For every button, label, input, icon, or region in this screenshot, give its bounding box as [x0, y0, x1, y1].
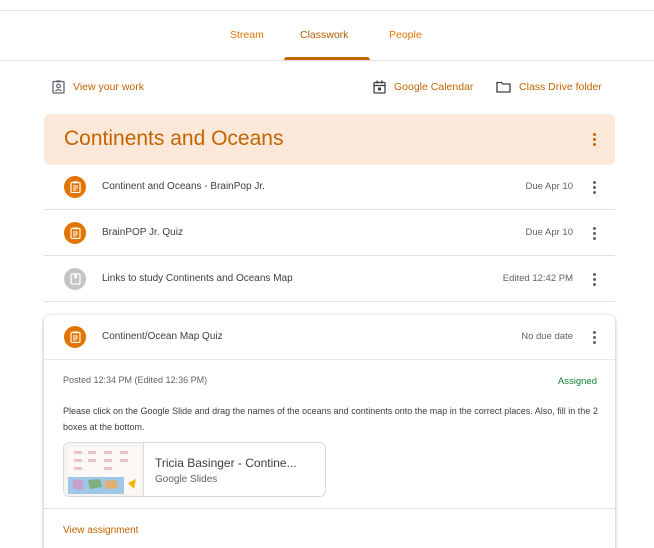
attachment-type: Google Slides	[155, 474, 218, 485]
tab-stream[interactable]: Stream	[230, 29, 264, 41]
item-due-date: Due Apr 10	[525, 227, 573, 238]
tabs-divider	[0, 60, 654, 61]
view-work-icon	[52, 80, 65, 94]
google-calendar-button[interactable]: Google Calendar	[373, 78, 473, 96]
assignment-description: Please click on the Google Slide and dra…	[63, 406, 598, 432]
assignment-icon	[64, 176, 86, 198]
view-your-work-label: View your work	[73, 81, 144, 93]
expanded-assignment-card: Continent/Ocean Map Quiz No due date Pos…	[44, 315, 615, 548]
attachment-thumbnail	[64, 443, 144, 496]
topic-header: Continents and Oceans	[44, 114, 615, 165]
attachment-title: Tricia Basinger - Contine...	[155, 456, 297, 470]
classwork-item[interactable]: Links to study Continents and Oceans Map…	[44, 257, 615, 302]
expanded-item-header[interactable]: Continent/Ocean Map Quiz No due date	[44, 315, 615, 360]
item-title: BrainPOP Jr. Quiz	[102, 227, 183, 238]
folder-icon	[496, 81, 511, 93]
class-tabs: Stream Classwork People	[0, 11, 654, 60]
more-options-icon[interactable]	[592, 331, 596, 345]
more-options-icon[interactable]	[592, 273, 596, 287]
classwork-item[interactable]: BrainPOP Jr. Quiz Due Apr 10	[44, 211, 615, 256]
calendar-icon	[373, 80, 386, 94]
item-due-date: No due date	[521, 331, 573, 342]
item-title: Continent and Oceans - BrainPop Jr.	[102, 181, 265, 192]
status-badge: Assigned	[557, 376, 597, 387]
topic-title: Continents and Oceans	[64, 127, 284, 150]
assignment-icon	[64, 222, 86, 244]
posted-time: Posted 12:34 PM (Edited 12:36 PM)	[63, 375, 208, 385]
more-options-icon[interactable]	[592, 227, 596, 241]
tab-people[interactable]: People	[389, 29, 422, 41]
more-options-icon[interactable]	[592, 181, 596, 195]
item-edited-time: Edited 12:42 PM	[502, 273, 573, 284]
card-divider	[44, 508, 615, 509]
material-icon	[64, 268, 86, 290]
assignment-icon	[64, 326, 86, 348]
attachment-card[interactable]: Tricia Basinger - Contine... Google Slid…	[63, 442, 326, 497]
item-due-date: Due Apr 10	[525, 181, 573, 192]
class-drive-folder-label: Class Drive folder	[519, 81, 602, 93]
tab-classwork[interactable]: Classwork	[300, 29, 348, 41]
item-title: Links to study Continents and Oceans Map	[102, 273, 293, 284]
view-assignment-link[interactable]: View assignment	[63, 525, 138, 536]
item-title: Continent/Ocean Map Quiz	[102, 331, 223, 342]
classwork-item[interactable]: Continent and Oceans - BrainPop Jr. Due …	[44, 165, 615, 210]
class-drive-folder-button[interactable]: Class Drive folder	[496, 78, 602, 96]
google-calendar-label: Google Calendar	[394, 81, 474, 93]
view-your-work-button[interactable]: View your work	[52, 78, 144, 96]
topic-more-options-icon[interactable]	[592, 133, 596, 147]
